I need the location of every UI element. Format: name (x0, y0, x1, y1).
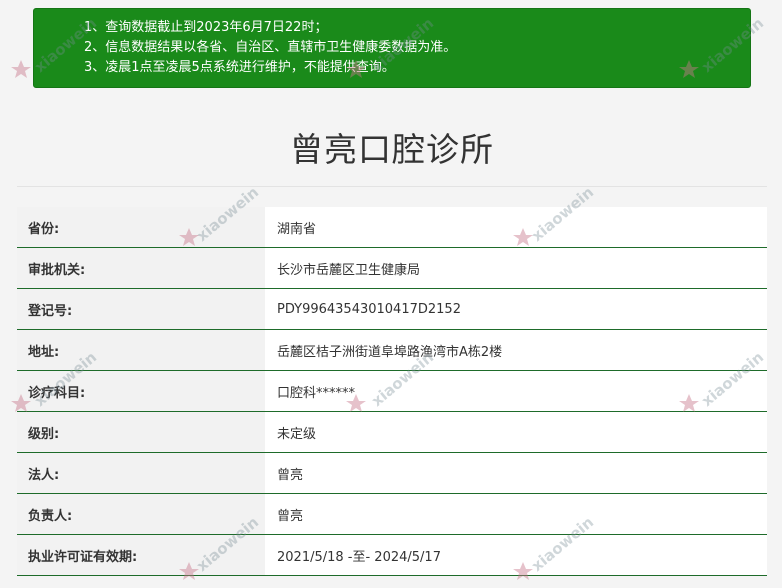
row-value: 曾亮 (265, 494, 767, 534)
title-divider (17, 186, 767, 187)
row-value: 长沙市岳麓区卫生健康局 (265, 248, 767, 288)
detail-row-departments: 诊疗科目: 口腔科****** (17, 371, 767, 412)
details-table: 省份: 湖南省 审批机关: 长沙市岳麓区卫生健康局 登记号: PDY996435… (17, 207, 767, 576)
row-label: 级别: (17, 412, 265, 452)
row-value: 湖南省 (265, 207, 767, 247)
notice-line: 1、查询数据截止到2023年6月7日22时； (84, 20, 328, 35)
row-value: 曾亮 (265, 453, 767, 493)
detail-row-license-validity: 执业许可证有效期: 2021/5/18 -至- 2024/5/17 (17, 535, 767, 576)
detail-row-address: 地址: 岳麓区桔子洲街道阜埠路渔湾市A栋2楼 (17, 330, 767, 371)
row-value: PDY99643543010417D2152 (265, 289, 767, 329)
row-label: 审批机关: (17, 248, 265, 288)
page-title: 曾亮口腔诊所 (290, 130, 494, 169)
row-label: 负责人: (17, 494, 265, 534)
detail-row-legal-person: 法人: 曾亮 (17, 453, 767, 494)
detail-row-person-in-charge: 负责人: 曾亮 (17, 494, 767, 535)
detail-row-level: 级别: 未定级 (17, 412, 767, 453)
detail-row-province: 省份: 湖南省 (17, 207, 767, 248)
row-value: 岳麓区桔子洲街道阜埠路渔湾市A栋2楼 (265, 330, 767, 370)
row-label: 省份: (17, 207, 265, 247)
row-label: 登记号: (17, 289, 265, 329)
row-label: 诊疗科目: (17, 371, 265, 411)
detail-row-approval-authority: 审批机关: 长沙市岳麓区卫生健康局 (17, 248, 767, 289)
detail-row-registration-number: 登记号: PDY99643543010417D2152 (17, 289, 767, 330)
notice-line: 2、信息数据结果以各省、自治区、直辖市卫生健康委数据为准。 (84, 40, 457, 55)
row-value: 未定级 (265, 412, 767, 452)
row-label: 地址: (17, 330, 265, 370)
row-label: 法人: (17, 453, 265, 493)
notice-line: 3、凌晨1点至凌晨5点系统进行维护，不能提供查询。 (84, 60, 395, 75)
watermark-logo-icon (11, 60, 31, 78)
row-label: 执业许可证有效期: (17, 535, 265, 575)
notice-banner: 1、查询数据截止到2023年6月7日22时； 2、信息数据结果以各省、自治区、直… (33, 8, 751, 88)
row-value: 2021/5/18 -至- 2024/5/17 (265, 535, 767, 575)
row-value: 口腔科****** (265, 371, 767, 411)
